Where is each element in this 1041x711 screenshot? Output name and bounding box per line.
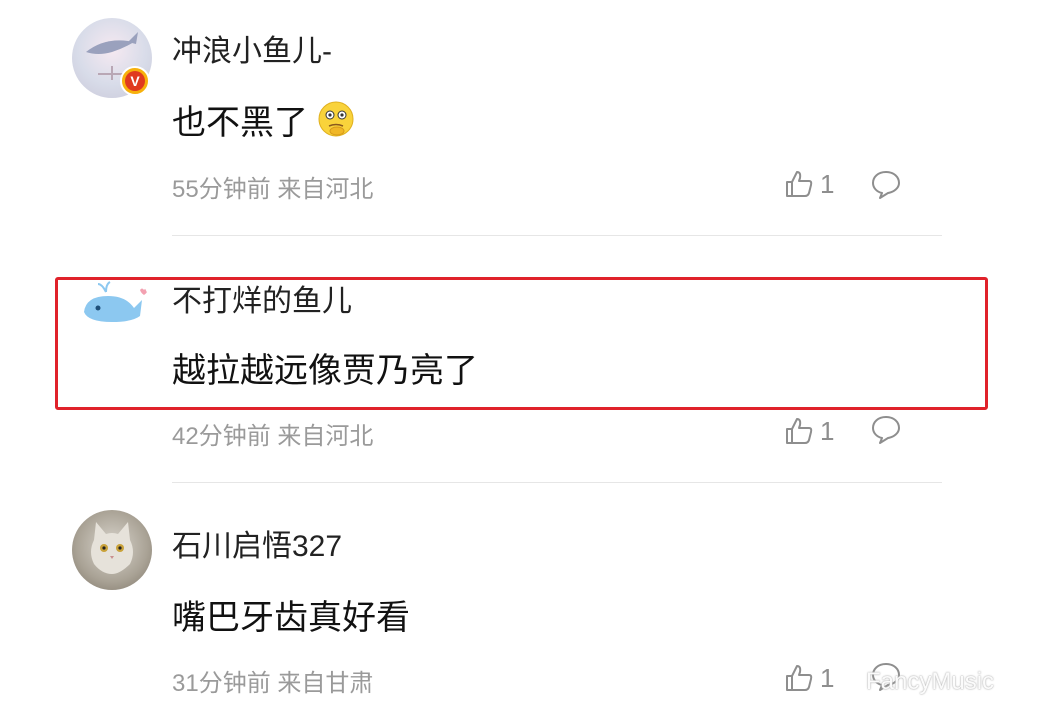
cat-avatar-image [91, 522, 133, 574]
verified-badge-label: V [125, 71, 145, 91]
reply-icon[interactable] [870, 168, 902, 200]
watermark: FancyMusic [866, 668, 995, 695]
like-count: 1 [820, 168, 835, 199]
like-count: 1 [820, 662, 835, 693]
thumbs-up-icon [786, 665, 813, 691]
username[interactable]: 石川启悟327 [172, 521, 342, 565]
divider [172, 235, 942, 236]
comment-meta: 42分钟前 来自河北 [172, 416, 373, 451]
comment-content: 嘴巴牙齿真好看 [172, 599, 410, 637]
timestamp: 55分钟前 [172, 176, 271, 203]
like-button[interactable]: 1 [784, 662, 834, 694]
username[interactable]: 冲浪小鱼儿- [172, 26, 332, 70]
comment-meta: 31分钟前 来自甘肃 [172, 663, 373, 698]
location: 来自河北 [277, 176, 374, 203]
timestamp: 42分钟前 [172, 423, 271, 450]
thumbs-up-icon [786, 418, 813, 444]
like-button[interactable]: 1 [784, 168, 834, 200]
divider [172, 482, 942, 483]
like-count: 1 [820, 415, 835, 446]
avatar[interactable] [72, 510, 152, 590]
location: 来自甘肃 [277, 670, 374, 697]
thinking-emoji-icon [318, 101, 354, 137]
verified-badge-icon: V [120, 66, 150, 96]
comment-text: 也不黑了 [172, 104, 308, 142]
thumbs-up-icon [786, 171, 813, 197]
comment-meta: 55分钟前 来自河北 [172, 169, 373, 204]
like-button[interactable]: 1 [784, 415, 834, 447]
timestamp: 31分钟前 [172, 670, 271, 697]
highlight-box [55, 277, 988, 410]
location: 来自河北 [277, 423, 374, 450]
reply-icon[interactable] [870, 413, 902, 445]
comment-content: 也不黑了 [172, 95, 355, 144]
